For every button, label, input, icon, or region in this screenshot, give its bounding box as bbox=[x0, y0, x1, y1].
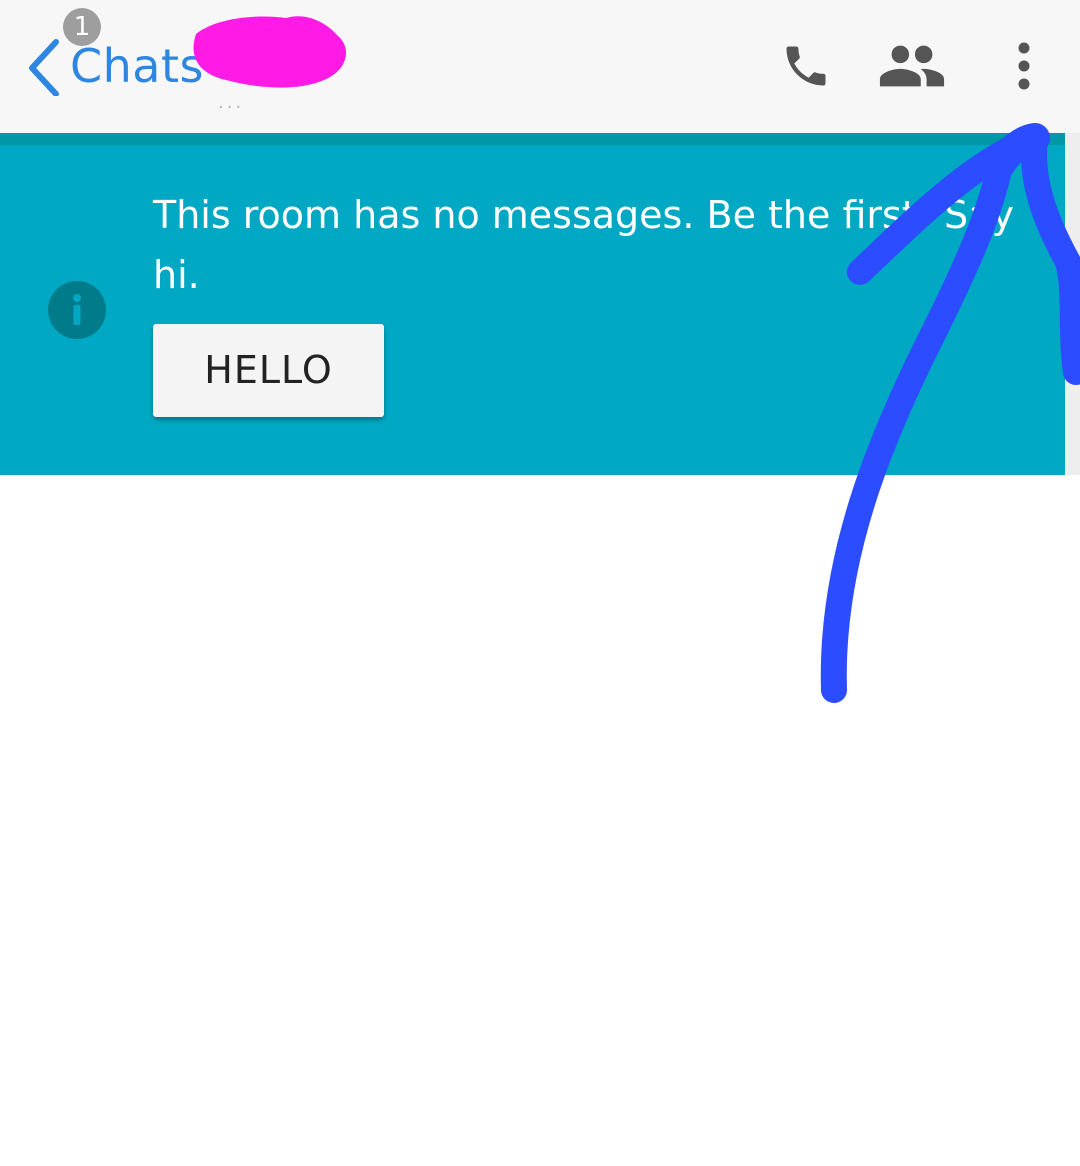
chevron-left-icon bbox=[29, 39, 59, 96]
phone-icon bbox=[786, 46, 826, 86]
top-app-bar: Chats 1 ... bbox=[0, 0, 1080, 133]
unread-count-badge: 1 bbox=[63, 8, 101, 46]
message-list bbox=[0, 475, 1080, 1166]
chat-room-screen: Chats 1 ... This room has no messages. B… bbox=[0, 0, 1080, 1166]
header-divider-strip bbox=[0, 133, 1065, 145]
room-name-redaction bbox=[193, 16, 347, 88]
people-icon bbox=[879, 45, 945, 87]
room-title-ellipsis: ... bbox=[218, 92, 245, 113]
back-to-chats-button[interactable]: Chats bbox=[18, 28, 208, 104]
empty-room-banner: This room has no messages. Be the first!… bbox=[0, 145, 1065, 475]
back-label: Chats bbox=[70, 39, 204, 93]
info-icon bbox=[48, 281, 106, 339]
voice-call-button[interactable] bbox=[770, 30, 842, 102]
empty-room-message: This room has no messages. Be the first!… bbox=[153, 193, 1014, 297]
overflow-menu-button[interactable] bbox=[988, 30, 1060, 102]
scroll-edge bbox=[1065, 133, 1080, 475]
room-members-button[interactable] bbox=[876, 30, 948, 102]
more-vert-icon bbox=[1018, 42, 1030, 90]
say-hello-button[interactable]: HELLO bbox=[153, 324, 384, 417]
